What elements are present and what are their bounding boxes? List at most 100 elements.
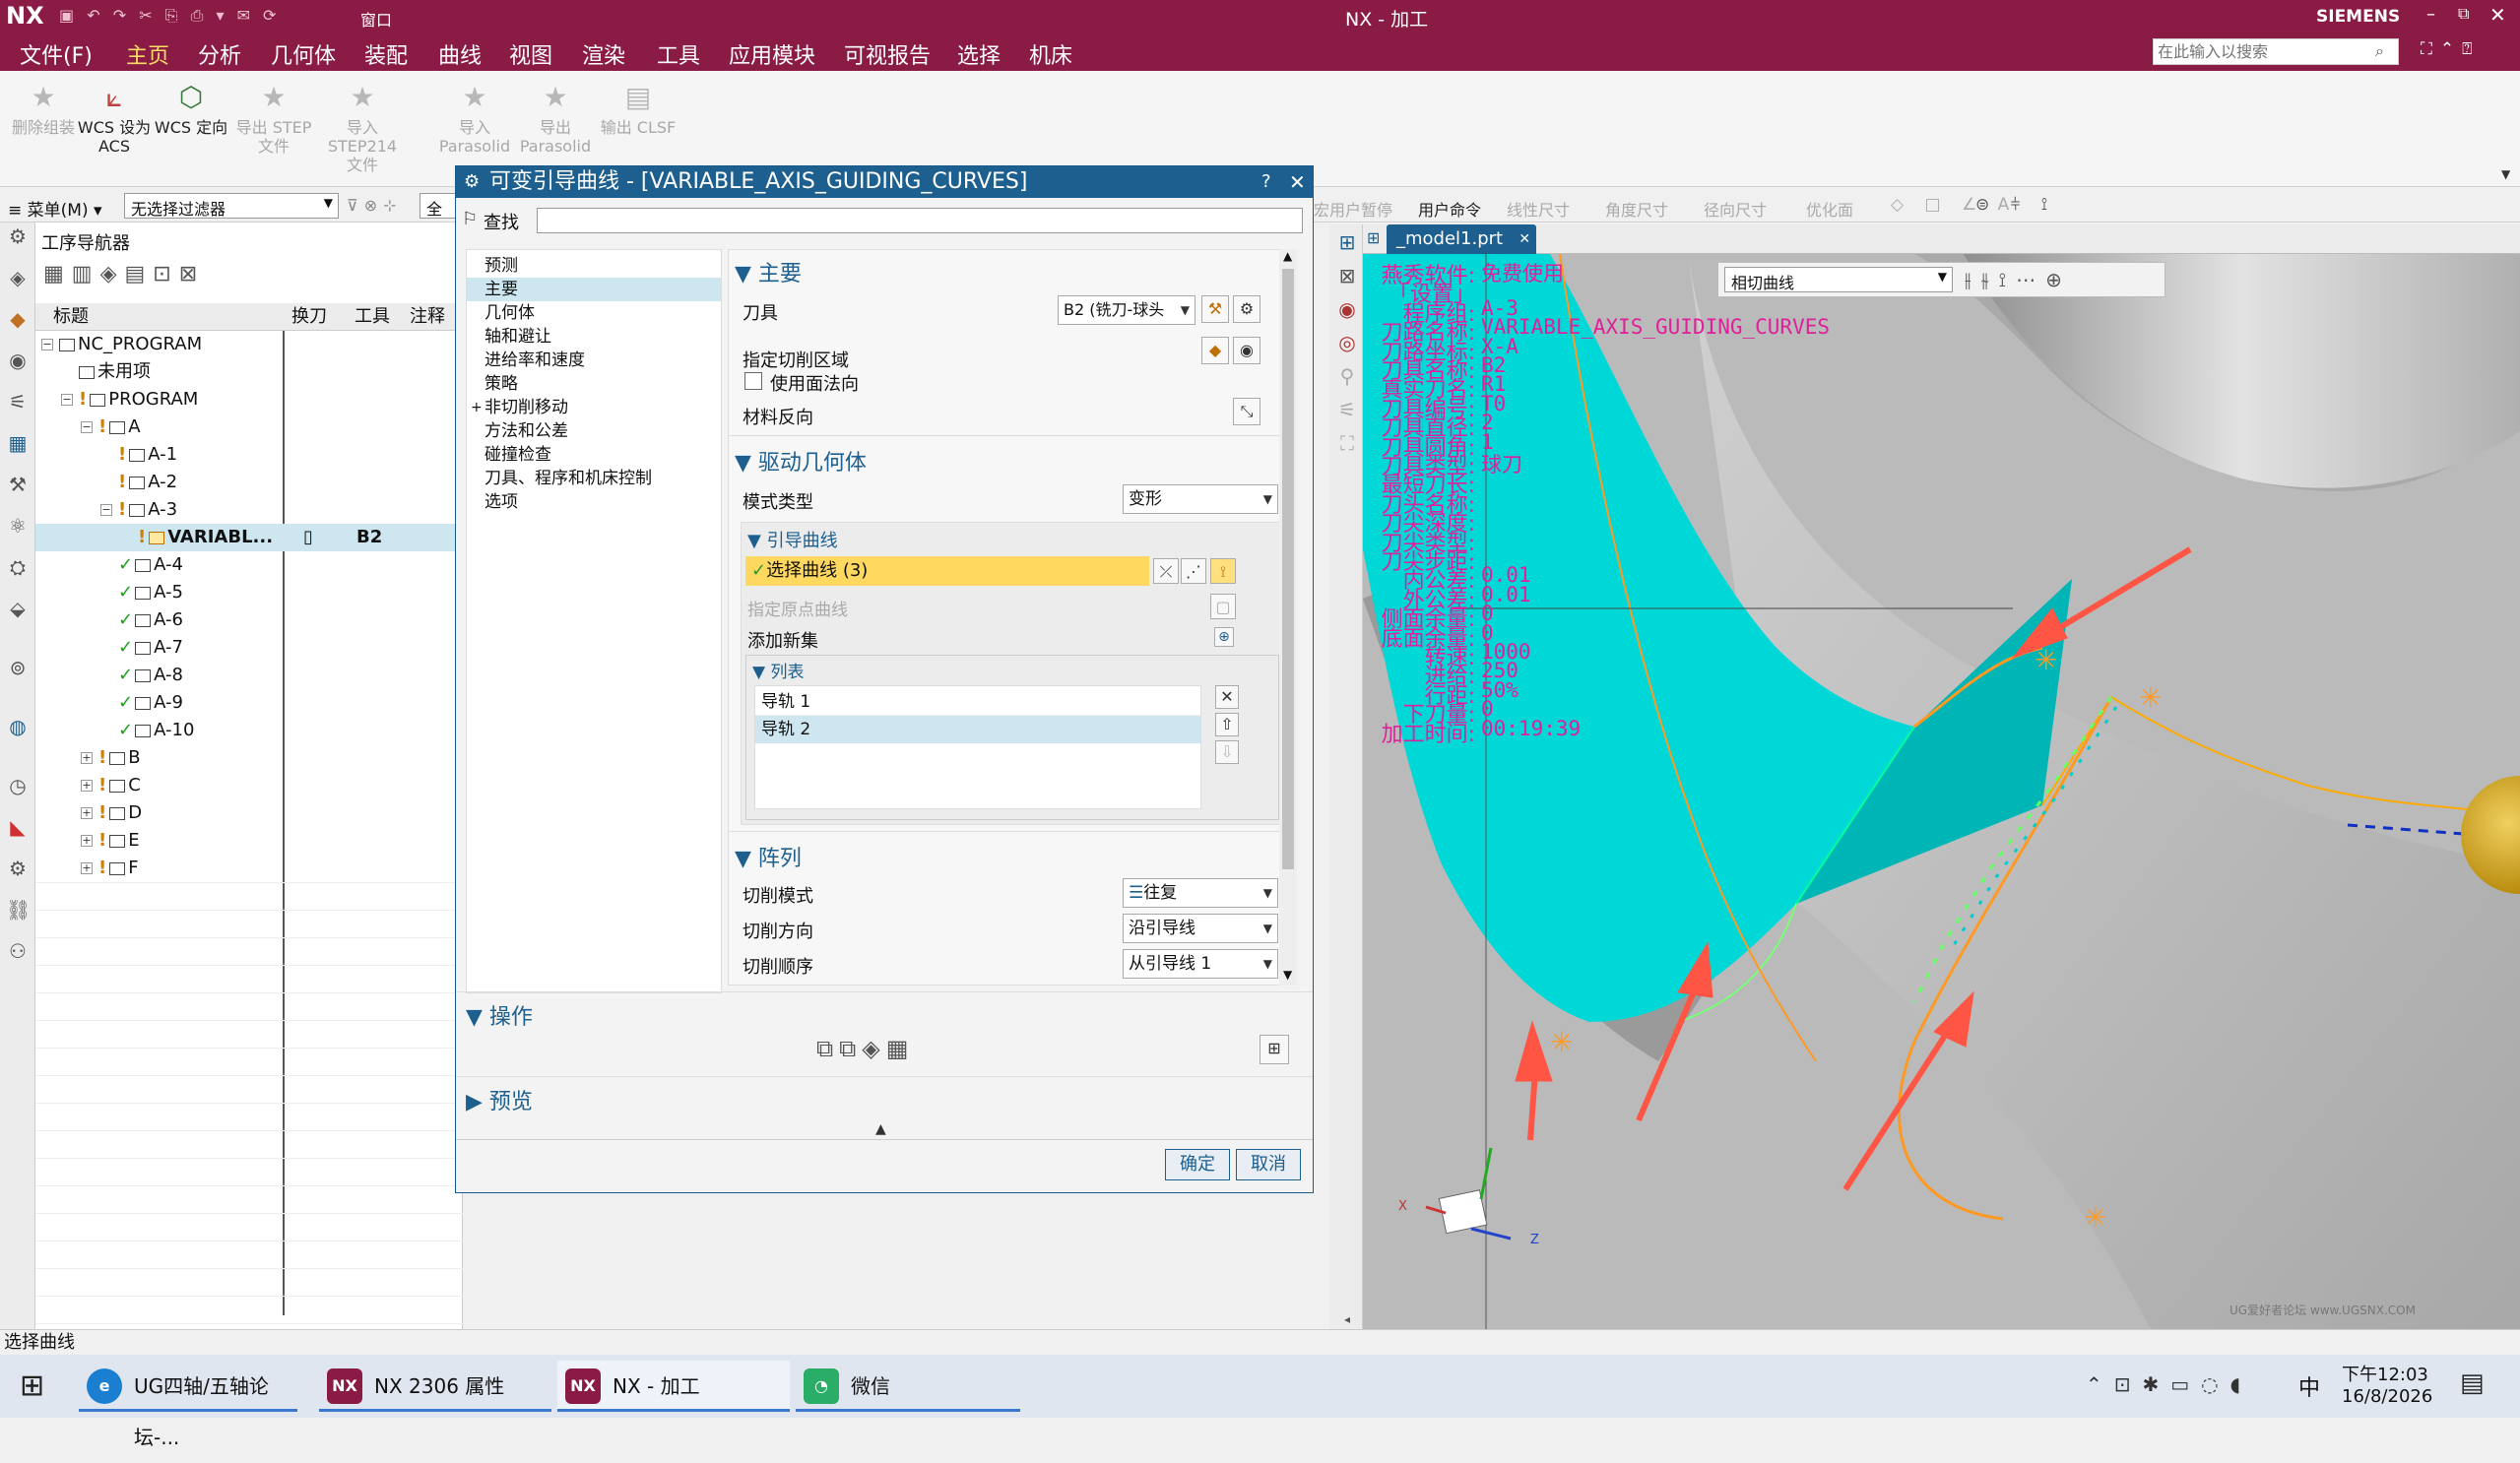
delete-assembly-button[interactable]: ★ 删除组装 [4, 81, 83, 137]
clock-date[interactable]: 16/8/2026 [2342, 1386, 2432, 1407]
menu-view[interactable]: 视图 [509, 38, 552, 70]
navigator-row-[interactable]: 未用项 [35, 358, 463, 386]
dialog-nav-item[interactable]: 进给率和速度 [467, 349, 721, 372]
optimize-face-item[interactable]: 优化面 [1806, 197, 1853, 221]
column-comment[interactable]: 注释 [410, 303, 445, 331]
minimize-icon[interactable]: – [2426, 4, 2435, 25]
macro-pause-item[interactable]: 宏用户暂停 [1314, 197, 1392, 221]
dialog-nav-item[interactable]: 方法和公差 [467, 419, 721, 443]
move-down-icon[interactable]: ⇩ [1215, 740, 1239, 764]
column-tool[interactable]: 工具 [355, 303, 390, 331]
curve-rule-select[interactable]: 相切曲线 ▼ [1724, 267, 1953, 292]
model-tab[interactable]: _model1.prt ✕ [1387, 224, 1537, 254]
navigator-row-ncprogram[interactable]: − NC_PROGRAM [35, 331, 463, 358]
wcs-orient-button[interactable]: ⬡ WCS 定向 [152, 81, 230, 137]
menu-applications[interactable]: 应用模块 [729, 38, 815, 70]
dialog-scrollbar[interactable]: ▲ ▼ [1279, 249, 1297, 986]
window-menu[interactable]: 窗口 [360, 7, 392, 31]
feature-navigator-icon[interactable]: ⚛ [6, 514, 30, 538]
process-studio-icon[interactable]: ⚙ [6, 857, 30, 880]
menu-tools[interactable]: 工具 [657, 38, 700, 70]
view-icon[interactable]: ⊞ [1367, 228, 1380, 247]
display-eye-icon[interactable]: ◉ [1233, 337, 1260, 364]
navigator-row-a7[interactable]: ✓ A-7 [35, 634, 463, 662]
expand-icon[interactable]: + [81, 835, 93, 847]
operation-navigator-icon[interactable]: ▦ [6, 431, 30, 455]
navigator-row-a[interactable]: −! A [35, 413, 463, 441]
navigator-row-f[interactable]: +! F [35, 855, 463, 882]
expand-icon[interactable]: + [471, 396, 483, 419]
type-filter-select[interactable]: 无选择过滤器 ▼ [124, 193, 339, 219]
tool-select[interactable]: B2 (铣刀-球头 [1058, 295, 1195, 325]
verify-icon[interactable]: ◎ [1335, 331, 1359, 354]
cut-order-select[interactable]: 从引导线 1 [1123, 949, 1278, 979]
expand-icon[interactable]: + [81, 807, 93, 819]
import-parasolid-button[interactable]: ★ 导入 Parasolid [435, 81, 514, 156]
layers-icon[interactable]: ⚲ [1335, 364, 1359, 388]
new-tool-icon[interactable]: ⚒ [1201, 295, 1229, 323]
export-clsf-button[interactable]: ▤ 输出 CLSF [599, 81, 678, 137]
navigator-row-a2[interactable]: ! A-2 [35, 469, 463, 496]
quick-access-toolbar[interactable]: ▣ ↶ ↷ ✂ ⎘ ⎙ ▾ ✉ ⟳ [59, 6, 280, 26]
radial-dimension-item[interactable]: 径向尺寸 [1704, 197, 1767, 221]
cancel-button[interactable]: 取消 [1236, 1149, 1301, 1180]
array-group-header[interactable]: ▼ 阵列 [735, 841, 802, 872]
curve-tools-icon[interactable]: ⫲⫳⟟⋯⊕ [1965, 268, 2072, 291]
list-item[interactable]: 导轨 1 [755, 688, 1200, 716]
section-icon[interactable]: ⛶ [1335, 431, 1359, 455]
dialog-nav-item[interactable]: 刀具、程序和机床控制 [467, 467, 721, 490]
visual-report-icon[interactable]: ◣ [6, 815, 30, 839]
linear-dimension-item[interactable]: 线性尺寸 [1507, 197, 1570, 221]
navigator-row-d[interactable]: +! D [35, 799, 463, 827]
clock-icon[interactable]: ◷ [6, 774, 30, 797]
menu-machine[interactable]: 机床 [1029, 38, 1072, 70]
cut-mode-select[interactable]: ☰往复 [1123, 878, 1278, 908]
generate-verify-icons[interactable]: ⧉⧉◈▦ [816, 1035, 914, 1062]
list-item[interactable]: 导轨 2 [755, 716, 1200, 743]
edit-tool-icon[interactable]: ⚙ [1233, 295, 1260, 323]
cut-direction-select[interactable]: 沿引导线 [1123, 914, 1278, 943]
collapse-icon[interactable]: − [61, 394, 73, 406]
navigator-row-a1[interactable]: ! A-1 [35, 441, 463, 469]
measure-icon[interactable]: ⚟ [1335, 398, 1359, 421]
taskbar-item-browser[interactable]: e UG四轴/五轴论坛-... [79, 1361, 297, 1449]
dialog-nav-item[interactable]: 主要 [467, 278, 721, 301]
dialog-nav-item[interactable]: 轴和避让 [467, 325, 721, 349]
navigator-row-a4[interactable]: ✓ A-4 [35, 551, 463, 579]
dialog-nav-item[interactable]: 预测 [467, 254, 721, 278]
help-icon[interactable]: ? [1261, 166, 1271, 198]
dialog-nav-item[interactable]: 策略 [467, 372, 721, 396]
assembly-navigator-icon[interactable]: ◆ [6, 307, 30, 331]
navigator-row-a10[interactable]: ✓ A-10 [35, 717, 463, 744]
menu-render[interactable]: 渲染 [582, 38, 625, 70]
dialog-nav-item[interactable]: + 非切削移动 [467, 396, 721, 419]
part-tree-icon[interactable]: ⚟ [6, 390, 30, 413]
navigator-row-a6[interactable]: ✓ A-6 [35, 606, 463, 634]
collapse-icon[interactable]: ▲ [875, 1121, 886, 1137]
collapse-icon[interactable]: − [100, 504, 112, 516]
taskbar-item-wechat[interactable]: ◔ 微信 [796, 1361, 1020, 1412]
dialog-nav-item[interactable]: 碰撞检查 [467, 443, 721, 467]
expand-icon[interactable]: + [81, 862, 93, 874]
system-tray-icons[interactable]: ⌃⊡✱▭◌◖ [2086, 1372, 2252, 1396]
window-controls[interactable]: ⛶⌃⍰ [2421, 39, 2480, 59]
add-set-icon[interactable]: ⊕ [1214, 627, 1234, 647]
navigator-row-a3[interactable]: −! A-3 [35, 496, 463, 524]
scrollbar-thumb[interactable] [1282, 269, 1294, 869]
windows-start-icon[interactable]: ⊞ [20, 1368, 44, 1403]
selection-tools-icon[interactable]: ⊽⊗⊹ [347, 196, 403, 215]
tool-icon[interactable]: ⊠ [1335, 264, 1359, 287]
path-icon[interactable]: ◉ [1335, 297, 1359, 321]
expand-icon[interactable]: + [81, 780, 93, 792]
origin-curve-icon[interactable]: ▢ [1210, 594, 1236, 619]
navigator-row-a8[interactable]: ✓ A-8 [35, 662, 463, 689]
snap-tools-icon[interactable]: ⊜ ⫩ ⟟ [1975, 195, 2055, 215]
part-navigator-icon[interactable]: ◈ [6, 266, 30, 289]
notification-icon[interactable]: ▤ [2460, 1368, 2485, 1398]
menu-geometry[interactable]: 几何体 [271, 38, 336, 70]
mode-type-select[interactable]: 变形 [1123, 484, 1278, 514]
menu-visual-report[interactable]: 可视报告 [844, 38, 931, 70]
history-icon[interactable]: ⊚ [6, 656, 30, 679]
ribbon-expand-icon[interactable]: ▼ [2501, 167, 2510, 181]
menu-home[interactable]: 主页 [126, 38, 170, 75]
